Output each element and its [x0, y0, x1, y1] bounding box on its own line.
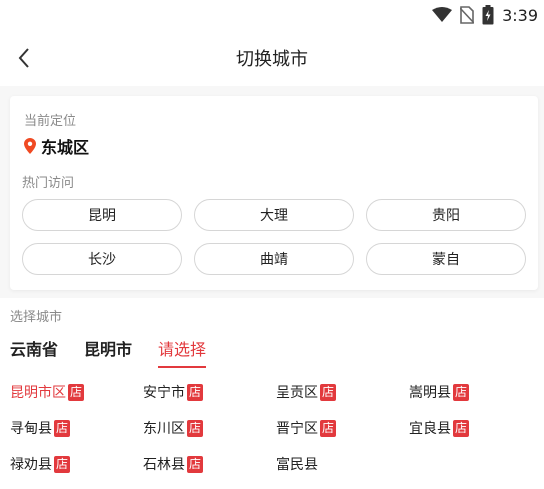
county-name: 安宁市: [143, 385, 185, 401]
wifi-icon: [432, 7, 453, 22]
county-item[interactable]: 东川区店: [143, 418, 276, 438]
county-name: 宜良县: [409, 421, 451, 437]
current-city: 东城区: [41, 138, 90, 157]
city-selector: 选择城市 云南省 昆明市 请选择 昆明市区店安宁市店呈贡区店嵩明县店寻甸县店东川…: [0, 298, 544, 489]
shop-badge: 店: [187, 455, 204, 473]
hot-city-button[interactable]: 长沙: [22, 243, 182, 275]
status-bar: 3:39: [0, 0, 544, 30]
shop-badge: 店: [68, 383, 85, 401]
tab-province[interactable]: 云南省: [10, 336, 58, 368]
shop-badge: 店: [187, 383, 204, 401]
page-title: 切换城市: [236, 49, 308, 70]
county-name: 嵩明县: [409, 385, 451, 401]
county-name: 禄劝县: [10, 457, 52, 473]
county-item[interactable]: 呈贡区店: [276, 382, 409, 402]
county-item[interactable]: 晋宁区店: [276, 418, 409, 438]
county-name: 昆明市区: [10, 385, 66, 401]
region-tabs: 云南省 昆明市 请选择: [10, 336, 207, 368]
county-item[interactable]: 嵩明县店: [409, 382, 542, 402]
county-name: 寻甸县: [10, 421, 52, 437]
shop-badge: 店: [54, 455, 71, 473]
county-name: 呈贡区: [276, 385, 318, 401]
county-list: 昆明市区店安宁市店呈贡区店嵩明县店寻甸县店东川区店晋宁区店宜良县店禄劝县店石林县…: [10, 382, 540, 474]
county-item[interactable]: 安宁市店: [143, 382, 276, 402]
shop-badge: 店: [453, 419, 470, 437]
county-item[interactable]: 宜良县店: [409, 418, 542, 438]
status-icons: 3:39: [432, 4, 538, 26]
shop-badge: 店: [320, 383, 337, 401]
hot-visits-label: 热门访问: [22, 176, 75, 191]
county-name: 富民县: [276, 457, 318, 473]
battery-charging-icon: [482, 5, 494, 25]
no-sim-icon: [460, 6, 475, 24]
tab-city[interactable]: 昆明市: [84, 336, 132, 368]
shop-badge: 店: [453, 383, 470, 401]
county-name: 东川区: [143, 421, 185, 437]
current-location[interactable]: 东城区: [24, 134, 89, 158]
county-item[interactable]: 寻甸县店: [10, 418, 143, 438]
hot-city-button[interactable]: 昆明: [22, 199, 182, 231]
tab-please-select[interactable]: 请选择: [158, 336, 207, 368]
county-item[interactable]: 禄劝县店: [10, 454, 143, 474]
county-item[interactable]: 富民县: [276, 454, 409, 474]
hot-city-button[interactable]: 曲靖: [194, 243, 354, 275]
shop-badge: 店: [54, 419, 71, 437]
hot-city-button[interactable]: 大理: [194, 199, 354, 231]
select-city-label: 选择城市: [10, 310, 63, 325]
county-name: 晋宁区: [276, 421, 318, 437]
shop-badge: 店: [187, 419, 204, 437]
county-name: 石林县: [143, 457, 185, 473]
status-time: 3:39: [502, 5, 538, 25]
hot-city-list: 昆明 大理 贵阳 长沙 曲靖 蒙自: [22, 199, 526, 275]
shop-badge: 店: [320, 419, 337, 437]
county-item[interactable]: 昆明市区店: [10, 382, 143, 402]
hot-city-button[interactable]: 蒙自: [366, 243, 526, 275]
hot-city-button[interactable]: 贵阳: [366, 199, 526, 231]
county-item[interactable]: 石林县店: [143, 454, 276, 474]
current-location-label: 当前定位: [24, 114, 77, 129]
header: 切换城市: [0, 30, 544, 86]
location-card: 当前定位 东城区 热门访问 昆明 大理 贵阳 长沙 曲靖 蒙自: [10, 96, 538, 290]
location-pin-icon: [24, 138, 36, 154]
